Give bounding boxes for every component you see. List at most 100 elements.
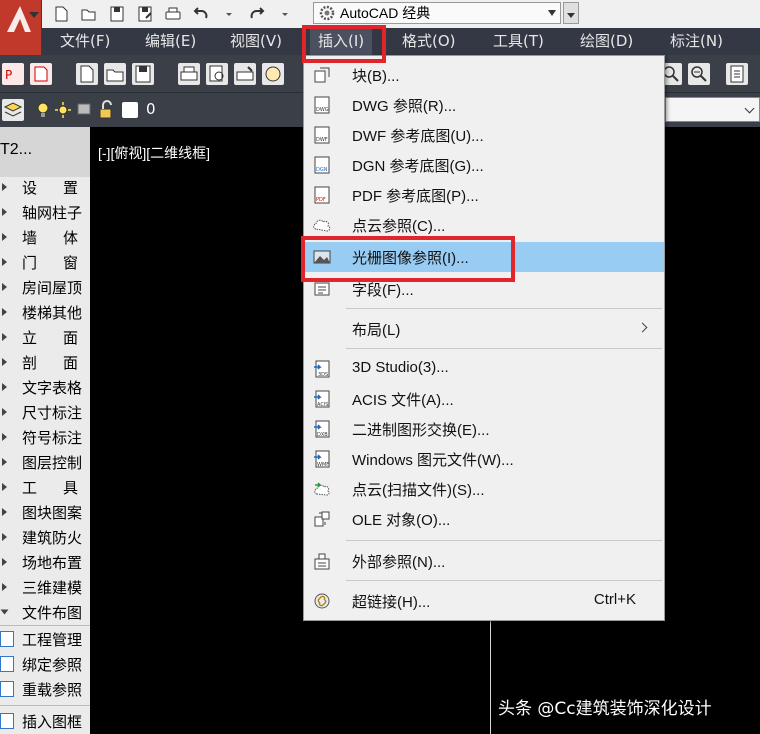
palette-title[interactable]: T2... — [0, 127, 90, 177]
point-cloud-scan-icon — [312, 479, 332, 499]
insert-external-reference-item[interactable]: 外部参照(N)... — [304, 546, 664, 576]
new-icon[interactable] — [76, 63, 98, 85]
palette-item-text-table[interactable]: 文字表格 — [0, 375, 90, 400]
palette-item-insert-frame[interactable]: 插入图框 — [0, 709, 90, 734]
application-menu-button[interactable] — [0, 0, 42, 55]
palette-item-site-layout[interactable]: 场地布置 — [0, 550, 90, 575]
insert-dgn-underlay-item[interactable]: DGN DGN 参考底图(G)... — [304, 150, 664, 180]
insert-dwf-underlay-item[interactable]: DWF DWF 参考底图(U)... — [304, 120, 664, 150]
current-layer-name[interactable]: 0 — [146, 100, 156, 118]
insert-pdf-underlay-item[interactable]: PDF PDF 参考底图(P)... — [304, 180, 664, 210]
palette-item-block-pattern[interactable]: 图块图案 — [0, 500, 90, 525]
palette-item-settings[interactable]: 设置 — [0, 175, 90, 200]
palette-item-stairs[interactable]: 楼梯其他 — [0, 300, 90, 325]
chevron-right-icon — [2, 558, 7, 566]
new-icon[interactable] — [50, 3, 72, 25]
insert-layout-item[interactable]: 布局(L) — [304, 314, 664, 344]
save-as-icon[interactable] — [134, 3, 156, 25]
undo-dropdown-icon[interactable] — [218, 3, 240, 25]
3ds-icon: 3DS — [312, 359, 332, 379]
layer-dropdown[interactable] — [665, 97, 760, 122]
lock-icon[interactable] — [96, 99, 118, 121]
layer-properties-icon[interactable] — [2, 99, 24, 121]
properties-icon[interactable] — [726, 63, 748, 85]
menu-dimension[interactable]: 标注(N) — [670, 28, 723, 55]
quick-access-toolbar: AutoCAD 经典 — [0, 0, 760, 28]
palette-item-room-roof[interactable]: 房间屋顶 — [0, 275, 90, 300]
lightbulb-icon[interactable] — [32, 99, 49, 121]
insert-dwg-reference-item[interactable]: DWG DWG 参照(R)... — [304, 90, 664, 120]
3d-dwf-icon[interactable] — [262, 63, 284, 85]
save-icon[interactable] — [106, 3, 128, 25]
viewport-freeze-icon[interactable] — [74, 99, 92, 121]
insert-windows-metafile-item[interactable]: WMF Windows 图元文件(W)... — [304, 444, 664, 474]
palette-item-bind-reference[interactable]: 绑定参照 — [0, 652, 90, 677]
palette-item-axis-column[interactable]: 轴网柱子 — [0, 200, 90, 225]
save-icon[interactable] — [132, 63, 154, 85]
insert-point-cloud-item[interactable]: 点云参照(C)... — [304, 210, 664, 240]
palette-item-reload-reference[interactable]: 重载参照 — [0, 677, 90, 702]
redo-dropdown-icon[interactable] — [274, 3, 296, 25]
insert-3d-studio-item[interactable]: 3DS 3D Studio(3)... — [304, 354, 664, 384]
customize-quick-access-button[interactable] — [563, 2, 579, 24]
workspace-select[interactable]: AutoCAD 经典 — [313, 2, 561, 24]
palette-item-layer-control[interactable]: 图层控制 — [0, 450, 90, 475]
menu-insert[interactable]: 插入(I) — [310, 28, 373, 55]
insert-point-cloud-scan-item[interactable]: 点云(扫描文件)(S)... — [304, 474, 664, 504]
palette-item-section[interactable]: 剖面 — [0, 350, 90, 375]
menu-file[interactable]: 文件(F) — [60, 28, 110, 55]
chevron-right-icon — [2, 183, 7, 191]
redo-icon[interactable] — [246, 3, 268, 25]
menu-view[interactable]: 视图(V) — [230, 28, 282, 55]
print-preview-icon[interactable] — [206, 63, 228, 85]
publish-icon[interactable] — [30, 63, 52, 85]
insert-field-item[interactable]: 字段(F)... — [304, 274, 664, 304]
watermark: 头条 @Cc建筑装饰深化设计 — [498, 699, 712, 719]
menu-edit[interactable]: 编辑(E) — [145, 28, 196, 55]
point-cloud-icon — [312, 215, 332, 235]
insert-menu-dropdown: 块(B)... DWG DWG 参照(R)... DWF DWF 参考底图(U)… — [303, 55, 665, 621]
chevron-right-icon — [637, 322, 648, 333]
palette-item-wall[interactable]: 墙体 — [0, 225, 90, 250]
menu-tools[interactable]: 工具(T) — [493, 28, 544, 55]
sun-icon[interactable] — [52, 99, 71, 121]
dgn-underlay-icon: DGN — [312, 155, 332, 175]
palette-item-fire-protection[interactable]: 建筑防火 — [0, 525, 90, 550]
insert-acis-file-item[interactable]: ACIS ACIS 文件(A)... — [304, 384, 664, 414]
palette-item-3d-modeling[interactable]: 三维建模 — [0, 575, 90, 600]
menu-draw[interactable]: 绘图(D) — [580, 28, 633, 55]
print-icon[interactable] — [162, 3, 184, 25]
print-icon[interactable] — [178, 63, 200, 85]
palette-item-symbol[interactable]: 符号标注 — [0, 425, 90, 450]
insert-hyperlink-item[interactable]: 超链接(H)... Ctrl+K — [304, 586, 664, 616]
palette-item-project-management[interactable]: 工程管理 — [0, 627, 90, 652]
chevron-right-icon — [2, 408, 7, 416]
quick-access-icons — [50, 2, 296, 26]
open-icon[interactable] — [78, 3, 100, 25]
menu-separator — [346, 308, 662, 309]
palette-item-file-layout[interactable]: 文件布图 — [0, 600, 90, 625]
external-reference-icon — [312, 551, 332, 571]
viewport-controls[interactable]: [-][俯视][二维线框] — [98, 143, 210, 163]
palette-item-tools[interactable]: 工具 — [0, 475, 90, 500]
palette-item-dimension[interactable]: 尺寸标注 — [0, 400, 90, 425]
insert-binary-dxb-item[interactable]: DXB 二进制图形交换(E)... — [304, 414, 664, 444]
insert-raster-image-item[interactable]: 光栅图像参照(I)... — [304, 242, 664, 272]
insert-ole-object-item[interactable]: OLE 对象(O)... — [304, 504, 664, 534]
bind-reference-icon — [0, 656, 14, 672]
palette-item-elevation[interactable]: 立面 — [0, 325, 90, 350]
autocad-logo-icon — [7, 6, 31, 32]
svg-text:ACIS: ACIS — [317, 402, 328, 408]
pdf-export-icon[interactable]: P — [2, 63, 24, 85]
open-icon[interactable] — [104, 63, 126, 85]
zoom-previous-icon[interactable] — [688, 63, 710, 85]
chevron-right-icon — [2, 258, 7, 266]
menu-separator — [346, 348, 662, 349]
plot-icon[interactable] — [234, 63, 256, 85]
insert-block-item[interactable]: 块(B)... — [304, 60, 664, 90]
wmf-icon: WMF — [312, 449, 332, 469]
palette-item-door-window[interactable]: 门窗 — [0, 250, 90, 275]
menu-format[interactable]: 格式(O) — [402, 28, 456, 55]
chevron-right-icon — [2, 583, 7, 591]
undo-icon[interactable] — [190, 3, 212, 25]
